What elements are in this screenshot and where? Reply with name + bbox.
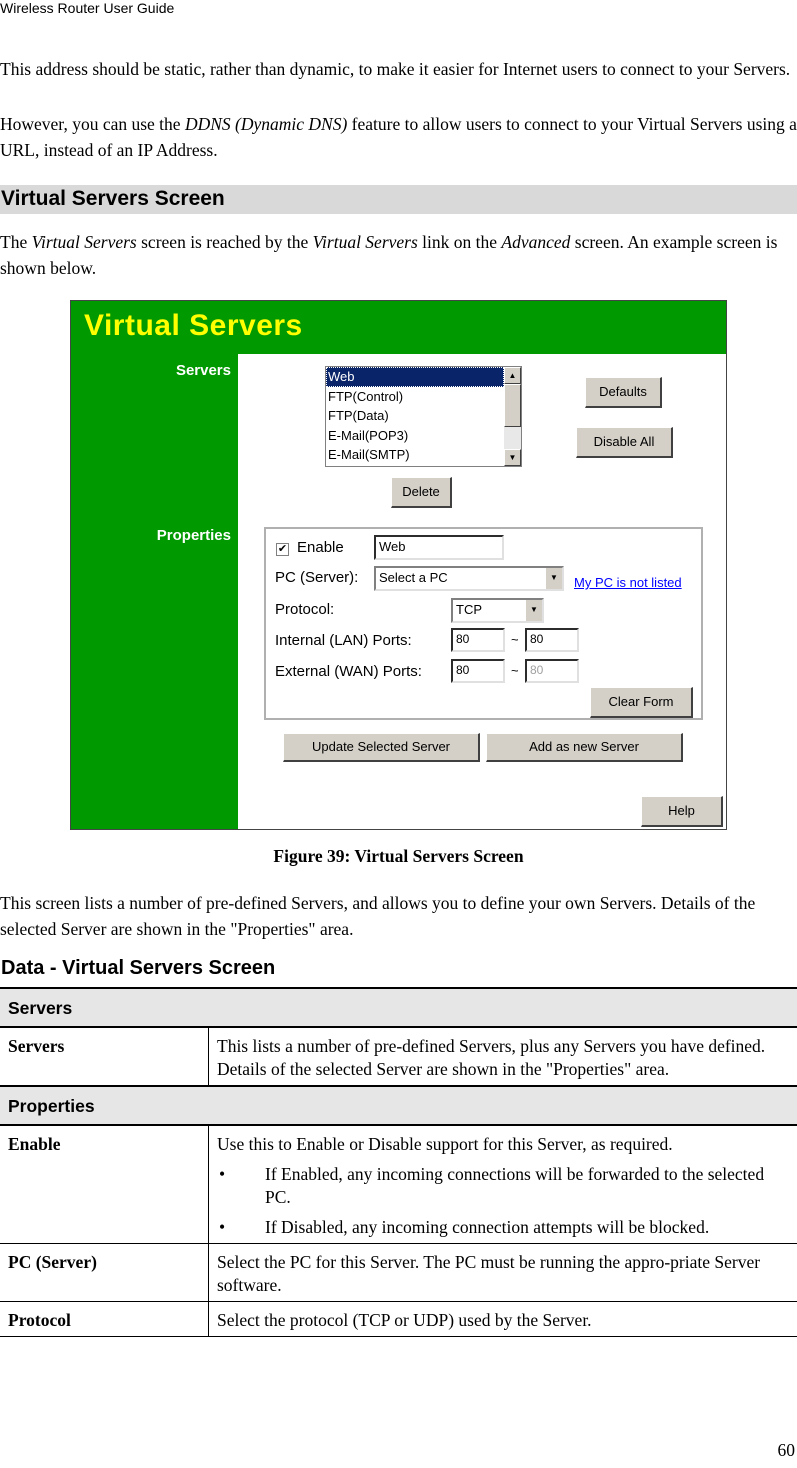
section-intro: The Virtual Servers screen is reached by… [0,229,797,281]
listbox-scrollbar[interactable]: ▲ ▼ [504,367,521,466]
defaults-button[interactable]: Defaults [585,377,662,408]
after-figure-paragraph: This screen lists a number of pre-define… [0,893,756,939]
enable-label: Enable [297,539,344,556]
lan-range-separator: ~ [511,632,519,647]
add-new-server-button[interactable]: Add as new Server [486,733,683,762]
bullet-item: • If Disabled, any incoming connection at… [217,1216,789,1239]
protocol-select-value: TCP [456,602,482,617]
emphasis: Virtual Servers [31,232,137,252]
table-row: Protocol Select the protocol (TCP or UDP)… [0,1301,797,1337]
description-text: Select the protocol (TCP or UDP) used by… [217,1310,592,1330]
pc-select[interactable]: Select a PC ▼ [374,566,564,591]
enable-checkbox[interactable]: ✔ [276,543,289,556]
pc-select-value: Select a PC [379,570,448,585]
bullet-item: • If Enabled, any incoming connections wi… [217,1163,789,1209]
update-selected-server-button[interactable]: Update Selected Server [283,733,480,762]
field-name: PC (Server) [0,1243,209,1302]
table-section-header: Servers [0,987,797,1028]
section-title: Properties [0,1085,797,1126]
checkmark-icon: ✔ [277,543,288,555]
table-section-header: Properties [0,1085,797,1126]
figure-content-panel: Web FTP(Control) FTP(Data) E-Mail(POP3) E-Ma… [238,354,726,829]
protocol-select[interactable]: TCP ▼ [451,598,544,623]
server-list-item[interactable]: E-Mail(POP3) [326,426,504,446]
section-title: Servers [0,987,797,1028]
field-name: Enable [0,1124,209,1244]
field-name: Protocol [0,1301,209,1337]
virtual-servers-figure: Virtual Servers Servers Properties Web FT… [70,300,727,830]
description-text: This lists a number of pre-defined Serve… [217,1036,766,1079]
server-listbox[interactable]: Web FTP(Control) FTP(Data) E-Mail(POP3) E-Ma… [325,366,522,467]
lan-ports-label: Internal (LAN) Ports: [275,632,412,649]
protocol-label: Protocol: [275,601,335,618]
disable-all-button[interactable]: Disable All [576,427,673,458]
properties-box: ✔ Enable Web PC (Server): Select a PC ▼ M… [264,527,703,720]
wan-port-from-input[interactable]: 80 [451,659,505,683]
emphasis: Virtual Servers [312,232,418,252]
server-list-item[interactable]: Web [326,367,504,387]
table-row: Servers This lists a number of pre-define… [0,1026,797,1087]
data-heading: Data - Virtual Servers Screen [1,957,276,979]
servers-side-label: Servers [175,362,231,379]
field-name: Servers [0,1026,209,1087]
wan-port-to-input[interactable]: 80 [525,659,579,683]
description-text: Use this to Enable or Disable support fo… [217,1134,673,1154]
lan-port-from-input[interactable]: 80 [451,628,505,652]
figure-caption: Figure 39: Virtual Servers Screen [273,846,524,866]
data-table: Servers Servers This lists a number of pre… [0,987,797,1337]
bullet-text: If Disabled, any incoming connection att… [265,1217,710,1237]
running-header: Wireless Router User Guide [0,0,175,16]
my-pc-not-listed-link[interactable]: My PC is not listed [574,575,682,590]
table-row: Enable Use this to Enable or Disable supp… [0,1124,797,1244]
intro-paragraph-2: However, you can use the DDNS (Dynamic D… [0,111,797,163]
text: screen is reached by the [136,232,313,252]
scroll-down-icon[interactable]: ▼ [504,449,521,466]
clear-form-button[interactable]: Clear Form [590,687,693,718]
help-button[interactable]: Help [641,796,723,827]
scroll-thumb[interactable] [504,384,521,427]
field-description: Use this to Enable or Disable support fo… [208,1124,797,1244]
bullet-icon: • [219,1217,226,1237]
chevron-down-icon[interactable]: ▼ [525,600,542,621]
section-heading-band: Virtual Servers Screen [0,185,797,214]
server-list-item[interactable]: FTP(Control) [326,387,504,407]
description-text: Select the PC for this Server. The PC mu… [217,1252,761,1295]
ddns-emphasis: DDNS (Dynamic DNS) [184,114,348,134]
scroll-up-icon[interactable]: ▲ [504,367,521,384]
field-description: This lists a number of pre-defined Serve… [208,1026,797,1087]
pc-server-label: PC (Server): [275,569,359,586]
text: link on the [417,232,502,252]
wan-range-separator: ~ [511,663,519,678]
chevron-down-icon[interactable]: ▼ [545,568,562,589]
field-description: Select the PC for this Server. The PC mu… [208,1243,797,1302]
bullet-icon: • [219,1164,226,1184]
lan-port-to-input[interactable]: 80 [525,628,579,652]
intro-paragraph-1: This address should be static, rather th… [0,59,791,79]
server-list-item[interactable]: E-Mail(SMTP) [326,445,504,465]
text: However, you can use the [0,114,185,134]
properties-side-label: Properties [156,527,231,544]
server-list-item[interactable]: FTP(Data) [326,406,504,426]
server-name-input[interactable]: Web [374,535,504,560]
table-row: PC (Server) Select the PC for this Server… [0,1243,797,1302]
section-heading: Virtual Servers Screen [1,187,225,210]
bullet-text: If Enabled, any incoming connections wil… [265,1164,765,1207]
text: The [0,232,32,252]
delete-button[interactable]: Delete [391,477,452,508]
wan-ports-label: External (WAN) Ports: [275,663,422,680]
figure-title: Virtual Servers [84,309,303,342]
emphasis: Advanced [501,232,571,252]
field-description: Select the protocol (TCP or UDP) used by… [208,1301,797,1337]
page-number: 60 [777,1440,796,1460]
